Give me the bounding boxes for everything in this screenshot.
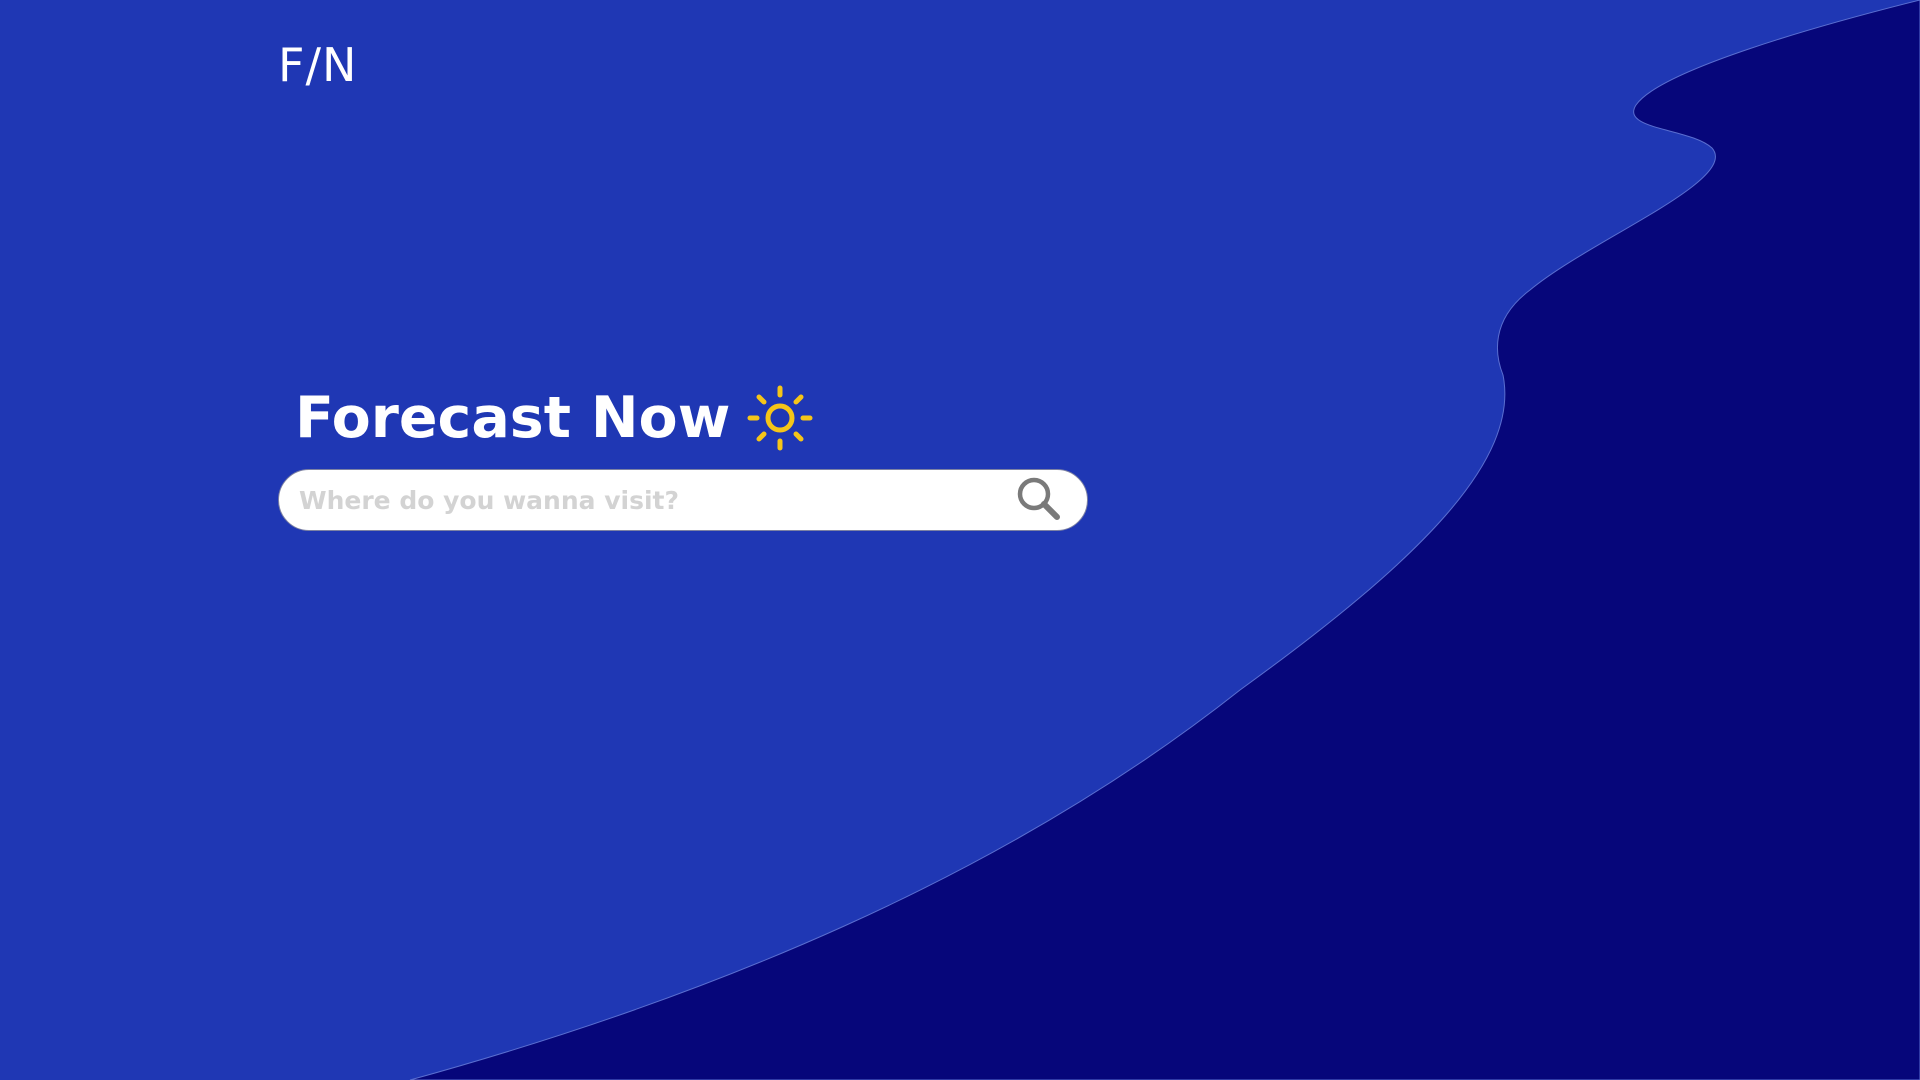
hero-section: Forecast Now xyxy=(278,380,1090,531)
background-wave xyxy=(409,0,1920,1080)
search-input[interactable] xyxy=(279,469,1009,531)
title-row: Forecast Now xyxy=(278,380,1090,456)
sun-icon xyxy=(746,384,814,452)
search-icon xyxy=(1016,476,1062,525)
search-button[interactable] xyxy=(1009,470,1069,530)
search-bar xyxy=(278,469,1088,531)
logo[interactable]: F/N xyxy=(278,38,357,92)
page-title: Forecast Now xyxy=(295,384,731,451)
